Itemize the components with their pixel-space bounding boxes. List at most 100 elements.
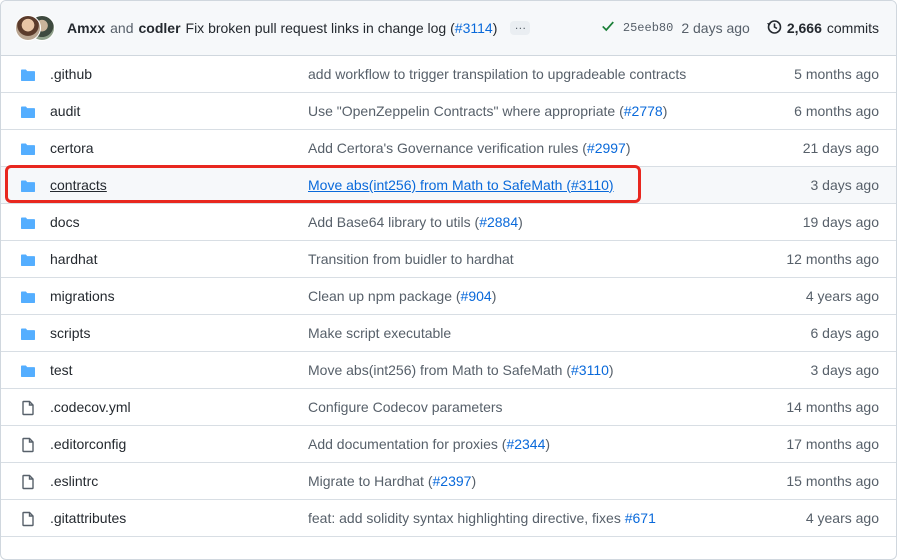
file-name-link[interactable]: audit — [50, 93, 80, 129]
file-row-migrations[interactable]: migrations Clean up npm package (#904) 4 y… — [1, 278, 896, 315]
commit-message-link[interactable]: Make script executable — [308, 315, 451, 351]
commit-message-link[interactable]: Configure Codecov parameters — [308, 389, 503, 425]
commit-author-link[interactable]: Amxx — [67, 20, 105, 36]
commit-message-text[interactable]: feat: add solidity syntax highlighting d… — [308, 510, 625, 526]
file-browser: Amxx and codler Fix broken pull request … — [0, 0, 897, 560]
file-icon — [20, 511, 36, 527]
commit-sha-link[interactable]: 25eeb80 — [623, 21, 673, 35]
file-row-dot-github[interactable]: .github add workflow to trigger transpila… — [1, 56, 896, 93]
commit-message-link[interactable]: Migrate to Hardhat (#2397) — [308, 463, 476, 499]
file-name-link[interactable]: .github — [50, 56, 92, 92]
commit-message-link[interactable]: add workflow to trigger transpilation to… — [308, 56, 686, 92]
file-icon — [20, 474, 36, 490]
file-name-link[interactable]: migrations — [50, 278, 115, 314]
commit-title-link[interactable]: Fix broken pull request links in change … — [186, 20, 498, 36]
commit-message-suffix[interactable]: ) — [518, 214, 523, 230]
commit-message-suffix[interactable]: ) — [471, 473, 476, 489]
pr-link[interactable]: #3110 — [571, 362, 609, 378]
file-name-link[interactable]: .gitattributes — [50, 500, 126, 536]
check-icon[interactable] — [601, 19, 615, 37]
commit-message-link[interactable]: Use "OpenZeppelin Contracts" where appro… — [308, 93, 667, 129]
commit-message-text[interactable]: Move abs(int256) from Math to SafeMath ( — [308, 362, 571, 378]
avatar-stack[interactable] — [15, 15, 55, 41]
file-name-link[interactable]: .eslintrc — [50, 463, 98, 499]
file-row-dot-editorconfig[interactable]: .editorconfig Add documentation for proxi… — [1, 426, 896, 463]
commit-message-link[interactable]: Add documentation for proxies (#2344) — [308, 426, 550, 462]
commit-message-text[interactable]: Configure Codecov parameters — [308, 399, 503, 415]
file-row-scripts[interactable]: scripts Make script executable 6 days ago — [1, 315, 896, 352]
pr-link[interactable]: #671 — [625, 510, 656, 526]
file-name-link[interactable]: contracts — [50, 167, 107, 203]
folder-icon — [20, 141, 36, 157]
file-name-link[interactable]: docs — [50, 204, 80, 240]
commit-age: 14 months ago — [786, 399, 879, 415]
file-icon — [20, 437, 36, 453]
file-list: .github add workflow to trigger transpila… — [1, 56, 896, 537]
pr-link[interactable]: #3110 — [571, 177, 609, 193]
file-row-audit[interactable]: audit Use "OpenZeppelin Contracts" where … — [1, 93, 896, 130]
commit-message-suffix[interactable]: ) — [545, 436, 550, 452]
file-name-link[interactable]: hardhat — [50, 241, 97, 277]
file-row-docs[interactable]: docs Add Base64 library to utils (#2884) 1… — [1, 204, 896, 241]
folder-icon — [20, 289, 36, 305]
commit-age: 21 days ago — [802, 140, 879, 156]
commits-count[interactable]: 2,666 — [787, 20, 822, 36]
commit-message-suffix[interactable]: ) — [663, 103, 668, 119]
commit-age: 19 days ago — [802, 214, 879, 230]
pr-link[interactable]: #904 — [461, 288, 492, 304]
commit-pr-link[interactable]: #3114 — [455, 20, 493, 36]
commit-message-suffix[interactable]: ) — [492, 288, 497, 304]
commit-message: Amxx and codler Fix broken pull request … — [67, 19, 531, 36]
pr-link[interactable]: #2884 — [479, 214, 518, 230]
pr-link[interactable]: #2778 — [624, 103, 663, 119]
file-name-link[interactable]: .codecov.yml — [50, 389, 131, 425]
commit-message-text[interactable]: Add Certora's Governance verification ru… — [308, 140, 587, 156]
commit-message-text[interactable]: Clean up npm package ( — [308, 288, 461, 304]
commit-coauthor-link[interactable]: codler — [139, 20, 181, 36]
folder-icon — [20, 326, 36, 342]
commit-message-suffix[interactable]: ) — [609, 177, 614, 193]
commit-message-text[interactable]: add workflow to trigger transpilation to… — [308, 66, 686, 82]
commit-time: 2 days ago — [681, 20, 750, 36]
file-name-link[interactable]: certora — [50, 130, 94, 166]
commit-message-suffix[interactable]: ) — [609, 362, 614, 378]
commit-age: 3 days ago — [810, 177, 880, 193]
commit-title-text[interactable]: Fix broken pull request links in change … — [186, 20, 455, 36]
commit-message-link[interactable]: Transition from buidler to hardhat — [308, 241, 514, 277]
file-row-certora[interactable]: certora Add Certora's Governance verifica… — [1, 130, 896, 167]
file-row-dot-eslintrc[interactable]: .eslintrc Migrate to Hardhat (#2397) 15 mo… — [1, 463, 896, 500]
commits-label[interactable]: commits — [827, 20, 879, 36]
commit-message-suffix[interactable]: ) — [626, 140, 631, 156]
commit-age: 4 years ago — [805, 288, 879, 304]
commit-message-link[interactable]: Add Base64 library to utils (#2884) — [308, 204, 523, 240]
pr-link[interactable]: #2997 — [587, 140, 626, 156]
file-row-contracts[interactable]: contracts Move abs(int256) from Math to S… — [1, 167, 896, 204]
commit-message-text[interactable]: Use "OpenZeppelin Contracts" where appro… — [308, 103, 624, 119]
file-row-dot-gitattributes[interactable]: .gitattributes feat: add solidity syntax … — [1, 500, 896, 537]
commit-message-link[interactable]: Move abs(int256) from Math to SafeMath (… — [308, 352, 614, 388]
pr-link[interactable]: #2397 — [433, 473, 472, 489]
file-row-hardhat[interactable]: hardhat Transition from buidler to hardha… — [1, 241, 896, 278]
commit-message-text[interactable]: Add Base64 library to utils ( — [308, 214, 479, 230]
file-row-dot-codecov-yml[interactable]: .codecov.yml Configure Codecov parameters… — [1, 389, 896, 426]
expand-commit-button[interactable]: … — [510, 19, 531, 35]
commit-age: 6 months ago — [794, 103, 879, 119]
file-name-link[interactable]: test — [50, 352, 73, 388]
file-name-link[interactable]: scripts — [50, 315, 90, 351]
pr-link[interactable]: #2344 — [506, 436, 545, 452]
commit-message-link[interactable]: feat: add solidity syntax highlighting d… — [308, 500, 656, 536]
file-row-test[interactable]: test Move abs(int256) from Math to SafeMa… — [1, 352, 896, 389]
commit-message-text[interactable]: Move abs(int256) from Math to SafeMath ( — [308, 177, 571, 193]
commit-age: 15 months ago — [786, 473, 879, 489]
commits-history-link[interactable]: 2,666 commits — [766, 19, 879, 38]
commit-message-link[interactable]: Add Certora's Governance verification ru… — [308, 130, 631, 166]
avatar[interactable] — [15, 15, 41, 41]
commit-message-link[interactable]: Move abs(int256) from Math to SafeMath (… — [308, 167, 614, 203]
commit-message-text[interactable]: Add documentation for proxies ( — [308, 436, 506, 452]
commit-message-text[interactable]: Transition from buidler to hardhat — [308, 251, 514, 267]
file-name-link[interactable]: .editorconfig — [50, 426, 126, 462]
commit-age: 6 days ago — [810, 325, 880, 341]
commit-message-text[interactable]: Make script executable — [308, 325, 451, 341]
commit-message-text[interactable]: Migrate to Hardhat ( — [308, 473, 433, 489]
commit-message-link[interactable]: Clean up npm package (#904) — [308, 278, 496, 314]
